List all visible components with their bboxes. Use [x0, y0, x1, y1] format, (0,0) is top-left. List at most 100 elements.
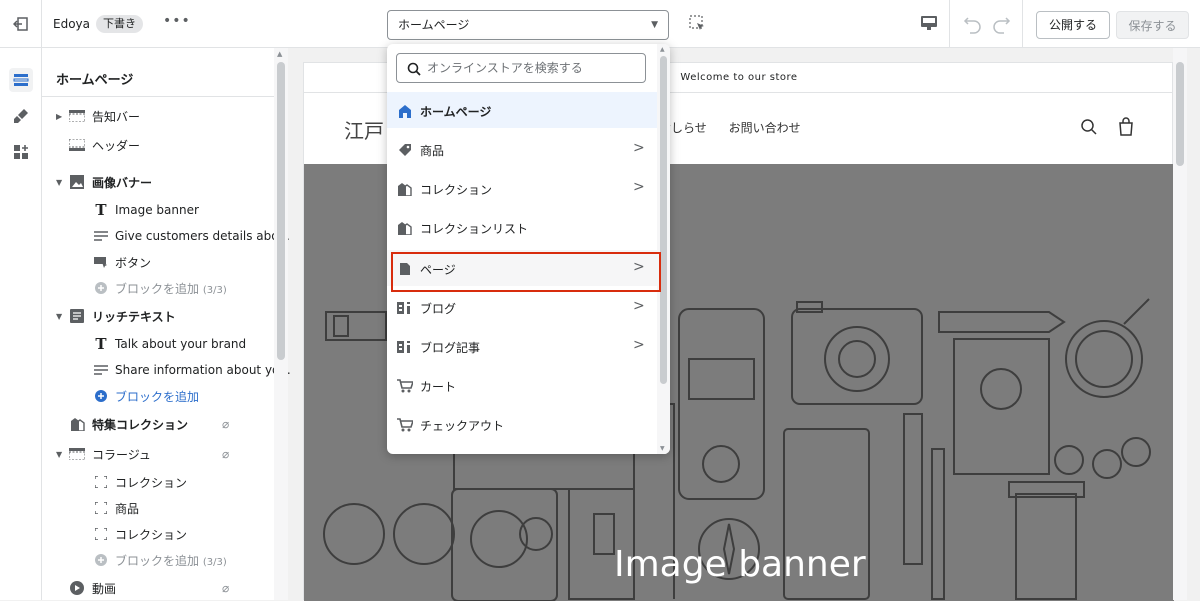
sections-icon: [13, 74, 29, 86]
divider: [1022, 0, 1023, 48]
block-heading[interactable]: T Talk about your brand: [42, 332, 274, 356]
dropdown-scrollbar[interactable]: ▲ ▼: [657, 44, 670, 454]
banner-title[interactable]: Image banner: [614, 544, 866, 585]
sidebar-title: ホームページ: [56, 73, 134, 88]
sections-tab[interactable]: [9, 68, 33, 92]
dropdown-item-cart[interactable]: カート: [387, 367, 657, 403]
block-text[interactable]: Share information about yo...: [42, 358, 291, 382]
select-cursor-icon: [689, 15, 704, 30]
block-collection[interactable]: コレクション: [42, 522, 274, 546]
chevron-down-icon: ▼: [651, 20, 658, 30]
block-product[interactable]: 商品: [42, 496, 274, 520]
redo-icon: [993, 17, 1011, 34]
dropdown-item-collections[interactable]: コレクション >: [387, 170, 657, 206]
dropdown-item-blogs[interactable]: ブログ >: [387, 289, 657, 325]
block-text[interactable]: Give customers details abo...: [42, 224, 290, 248]
hidden-eye-icon[interactable]: ⌀: [222, 581, 229, 595]
section-icon: [68, 109, 86, 123]
store-name: Edoya: [53, 17, 90, 31]
plus-circle-icon: [92, 553, 110, 567]
dropdown-item-blog-posts[interactable]: ブログ記事 >: [387, 328, 657, 364]
block-button[interactable]: ボタン: [42, 250, 274, 274]
apps-tab[interactable]: [9, 140, 33, 164]
block-collection[interactable]: コレクション: [42, 470, 274, 494]
collection-icon: [397, 220, 413, 236]
sidebar-item-rich-text[interactable]: ▼ リッチテキスト: [42, 304, 274, 328]
collection-icon: [68, 417, 86, 431]
brush-icon: [14, 109, 28, 123]
hidden-eye-icon[interactable]: ⌀: [222, 417, 229, 431]
sidebar-item-image-banner[interactable]: ▼ 画像バナー: [42, 170, 274, 194]
page-select-dropdown: ホームページ 商品 > コレクション > コレクションリスト ページ > ブログ…: [387, 44, 670, 454]
dropdown-item-checkout[interactable]: チェックアウト: [387, 406, 657, 442]
section-icon: [68, 138, 86, 152]
save-button[interactable]: 保存する: [1116, 11, 1189, 39]
placeholder-icon: [92, 527, 110, 541]
redo-button[interactable]: [990, 12, 1012, 38]
scrollbar-thumb[interactable]: [660, 56, 667, 384]
more-actions-button[interactable]: •••: [163, 13, 191, 29]
sidebar-scrollbar[interactable]: ▲: [274, 48, 288, 600]
collapse-icon[interactable]: ▼: [56, 178, 62, 187]
add-block-button[interactable]: ブロックを追加: [42, 384, 274, 408]
desktop-icon: [921, 16, 937, 30]
scrollbar-thumb[interactable]: [1176, 62, 1184, 166]
cart-icon: [397, 378, 413, 394]
page-select-value: ホームページ: [398, 18, 470, 32]
blog-icon: [397, 339, 413, 355]
cart-icon[interactable]: [1116, 117, 1136, 141]
dropdown-item-products[interactable]: 商品 >: [387, 131, 657, 167]
sidebar-item-video[interactable]: 動画 ⌀: [42, 576, 274, 600]
sidebar-item-featured-collection[interactable]: 特集コレクション ⌀: [42, 412, 274, 436]
inspector-button[interactable]: [688, 14, 706, 36]
block-heading[interactable]: T Image banner: [42, 198, 274, 222]
hidden-eye-icon[interactable]: ⌀: [222, 447, 229, 461]
add-block-button[interactable]: ブロックを追加 (3/3): [42, 548, 274, 572]
desktop-view-button[interactable]: [920, 14, 938, 36]
undo-button[interactable]: [962, 12, 984, 38]
preview-scrollbar[interactable]: [1173, 48, 1187, 600]
dropdown-search[interactable]: [396, 53, 646, 83]
top-bar: Edoya 下書き ••• ホームページ ▼ 公開する 保存する: [0, 0, 1200, 48]
collapse-icon[interactable]: ▼: [56, 312, 62, 321]
heading-icon: T: [95, 201, 107, 219]
search-icon: [407, 61, 421, 80]
sidebar-item-header[interactable]: ヘッダー: [42, 133, 274, 157]
header-nav: おしらせ お問い合わせ: [659, 119, 819, 136]
dropdown-item-collection-list[interactable]: コレクションリスト: [387, 209, 657, 245]
theme-settings-tab[interactable]: [9, 104, 33, 128]
section-icon: [68, 447, 86, 461]
search-icon[interactable]: [1080, 118, 1098, 140]
home-icon: [397, 103, 413, 119]
apps-icon: [14, 145, 28, 159]
chevron-right-icon: >: [633, 179, 645, 195]
rich-text-icon: [68, 309, 86, 323]
placeholder-icon: [92, 501, 110, 515]
collection-icon: [397, 181, 413, 197]
expand-icon[interactable]: ▶: [56, 112, 62, 121]
plus-circle-icon: [92, 389, 110, 403]
placeholder-icon: [92, 475, 110, 489]
text-icon: [92, 229, 110, 243]
play-icon: [68, 581, 86, 595]
cart-icon: [397, 417, 413, 433]
collapse-icon[interactable]: ▼: [56, 450, 62, 459]
add-block-button[interactable]: ブロックを追加 (3/3): [42, 276, 274, 300]
store-logo[interactable]: 江戸: [344, 115, 384, 144]
scrollbar-thumb[interactable]: [277, 62, 285, 360]
sections-sidebar: ホームページ ▶ 告知バー ヘッダー ▼ 画像バナー T Image banne…: [42, 48, 291, 600]
tag-icon: [397, 142, 413, 158]
sidebar-item-collage[interactable]: ▼ コラージュ ⌀: [42, 442, 274, 466]
undo-icon: [963, 17, 981, 34]
button-icon: [92, 255, 110, 269]
exit-button[interactable]: [0, 0, 42, 48]
sidebar-item-announcement-bar[interactable]: ▶ 告知バー: [42, 104, 274, 128]
plus-circle-icon: [92, 281, 110, 295]
chevron-right-icon: >: [633, 337, 645, 353]
nav-link[interactable]: お問い合わせ: [729, 121, 801, 135]
chevron-right-icon: >: [633, 298, 645, 314]
page-select[interactable]: ホームページ ▼: [387, 10, 669, 40]
dropdown-item-home[interactable]: ホームページ: [387, 92, 657, 128]
publish-button[interactable]: 公開する: [1036, 11, 1110, 39]
search-input[interactable]: [427, 58, 637, 78]
